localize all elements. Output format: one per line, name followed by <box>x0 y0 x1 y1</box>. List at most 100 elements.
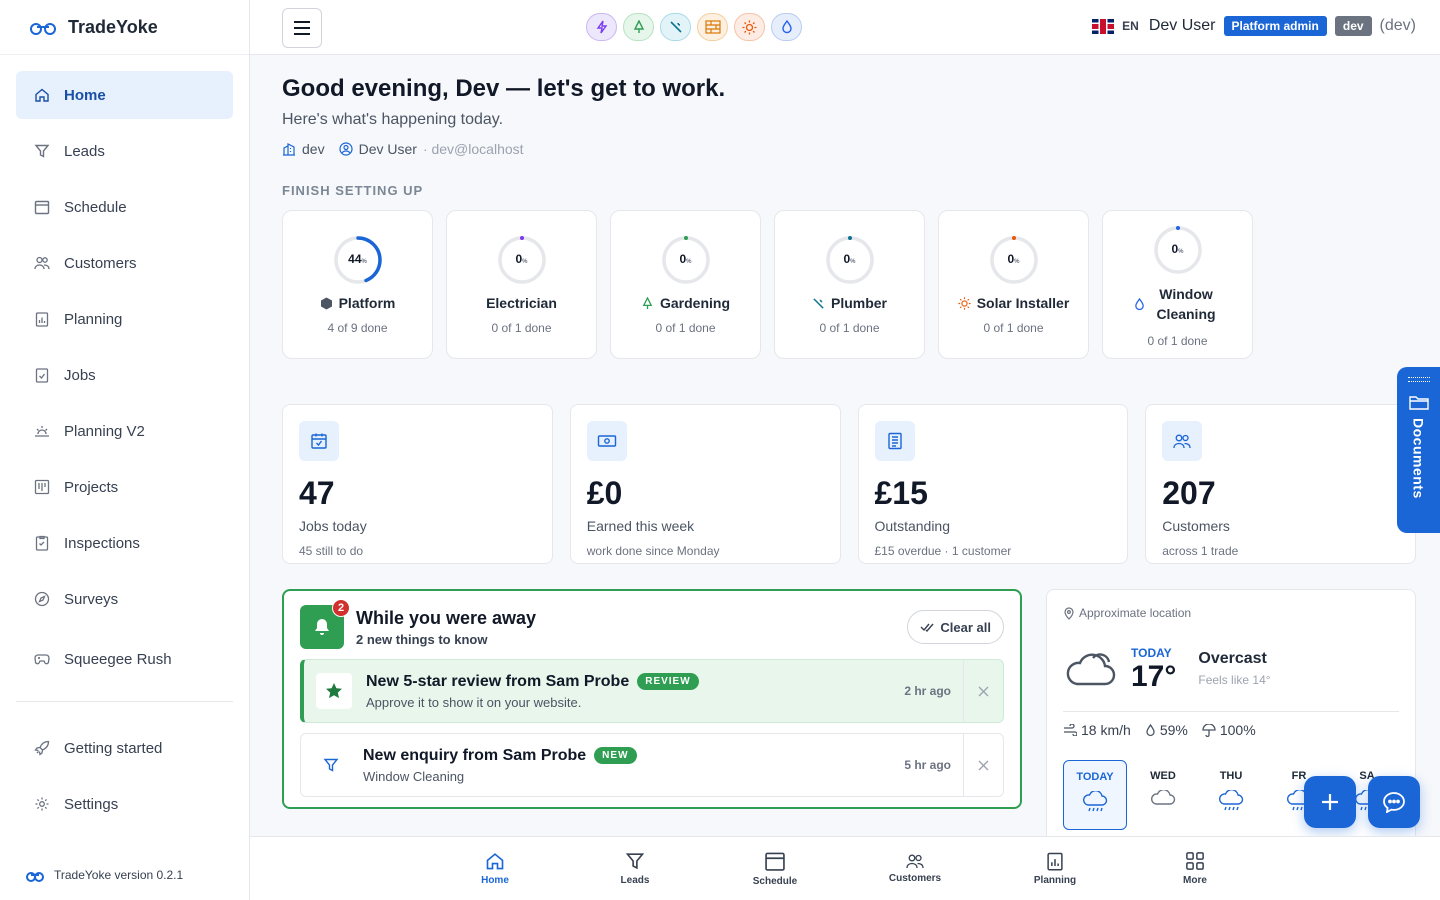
menu-toggle-button[interactable] <box>282 8 322 48</box>
sidebar-item-planning[interactable]: Planning <box>16 295 233 343</box>
sidebar-item-leads[interactable]: Leads <box>16 127 233 175</box>
notification-enquiry[interactable]: New enquiry from Sam Probe NEW Window Cl… <box>300 733 1004 797</box>
stat-card-earned-this-week[interactable]: £0 Earned this week work done since Mond… <box>569 404 841 564</box>
trade-chip-electrician[interactable] <box>586 13 617 41</box>
setup-card-progress: 0 of 1 done <box>983 321 1044 335</box>
setup-card-gardening[interactable]: 0% Gardening 0 of 1 done <box>610 210 761 359</box>
cloud-icon <box>1151 790 1176 805</box>
bottom-nav-leads[interactable]: Leads <box>565 837 705 900</box>
forecast-day-thu[interactable]: THU <box>1199 760 1263 830</box>
trade-switcher <box>586 13 802 41</box>
sidebar-item-jobs[interactable]: Jobs <box>16 351 233 399</box>
weather-today: TODAY 17° <box>1131 646 1176 693</box>
brand-logo-icon <box>30 22 56 35</box>
trade-chip-window-cleaning[interactable] <box>771 13 802 41</box>
dismiss-notification-button[interactable] <box>963 660 1003 722</box>
stat-card-customers[interactable]: 207 Customers across 1 trade <box>1145 404 1416 564</box>
setup-card-electrician[interactable]: 0% Electrician 0 of 1 done <box>446 210 597 359</box>
sidebar-item-customers[interactable]: Customers <box>16 239 233 287</box>
add-button[interactable] <box>1304 776 1356 828</box>
setup-cards: 44% Platform 4 of 9 done 0% Electrician … <box>282 210 1416 359</box>
sidebar-item-home[interactable]: Home <box>16 71 233 119</box>
sidebar: TradeYoke Home Leads Schedule Customers … <box>0 0 250 900</box>
drop-icon <box>781 20 792 34</box>
bottom-nav-more[interactable]: More <box>1125 837 1265 900</box>
compass-icon <box>34 591 50 607</box>
brand[interactable]: TradeYoke <box>0 0 249 55</box>
home-icon <box>485 851 505 871</box>
brand-logo-icon <box>26 871 44 882</box>
role-badge: Platform admin <box>1223 16 1327 36</box>
stat-label: Jobs today <box>299 518 367 534</box>
forecast-day-label: THU <box>1219 770 1243 782</box>
uk-flag-icon[interactable] <box>1092 18 1115 34</box>
sidebar-item-planning-v2[interactable]: Planning V2 <box>16 407 233 455</box>
bottom-nav-home[interactable]: Home <box>425 837 565 900</box>
forecast-day-label: TODAY <box>1076 771 1114 783</box>
trade-chip-solar[interactable] <box>734 13 765 41</box>
setup-card-title: Plumber <box>812 295 887 311</box>
forecast-day-today[interactable]: TODAY <box>1063 760 1127 830</box>
setup-card-window-cleaning[interactable]: 0% Window Cleaning 0 of 1 done <box>1102 210 1253 359</box>
hexagon-icon <box>320 297 333 310</box>
chat-button[interactable] <box>1368 776 1420 828</box>
calendar-icon <box>34 199 50 215</box>
stat-label: Earned this week <box>586 518 695 534</box>
notification-subtitle: Window Cleaning <box>363 768 465 784</box>
user-name[interactable]: Dev User <box>1149 17 1216 35</box>
forecast-day-wed[interactable]: WED <box>1131 760 1195 830</box>
progress-percent: 0% <box>1153 242 1203 256</box>
close-icon <box>978 686 989 696</box>
trade-chip-plumber[interactable] <box>660 13 691 41</box>
bottom-nav-label: Planning <box>1033 875 1077 886</box>
progress-ring: 0% <box>661 235 711 285</box>
clear-all-button[interactable]: Clear all <box>907 610 1004 644</box>
sidebar-item-settings[interactable]: Settings <box>16 780 233 828</box>
rain-cloud-icon <box>1219 790 1244 811</box>
stat-card-outstanding[interactable]: £15 Outstanding £15 overdue · 1 customer <box>857 404 1129 564</box>
sidebar-item-inspections[interactable]: Inspections <box>16 519 233 567</box>
notification-review[interactable]: New 5-star review from Sam Probe REVIEW … <box>300 659 1004 723</box>
brand-name: TradeYoke <box>68 16 158 37</box>
stat-value: £15 <box>874 475 928 511</box>
sunrise-icon <box>34 423 50 439</box>
sidebar-item-surveys[interactable]: Surveys <box>16 575 233 623</box>
setup-card-solar-installer[interactable]: 0% Solar Installer 0 of 1 done <box>938 210 1089 359</box>
setup-card-platform[interactable]: 44% Platform 4 of 9 done <box>282 210 433 359</box>
setup-section-title: FINISH SETTING UP <box>282 183 424 198</box>
setup-card-title: Solar Installer <box>958 295 1069 311</box>
bricks-icon <box>704 20 721 34</box>
bottom-nav-planning[interactable]: Planning <box>985 837 1125 900</box>
setup-card-plumber[interactable]: 0% Plumber 0 of 1 done <box>774 210 925 359</box>
user-area: EN Dev User Platform admin dev (dev) <box>1092 16 1416 36</box>
dismiss-notification-button[interactable] <box>963 734 1003 796</box>
setup-card-title: Gardening <box>641 295 730 311</box>
trade-chip-bricks[interactable] <box>697 13 728 41</box>
new-tag: NEW <box>594 747 637 764</box>
drag-handle-icon[interactable] <box>1407 377 1430 382</box>
while-away-panel: 2 While you were away 2 new things to kn… <box>282 589 1022 809</box>
grid-icon <box>1185 851 1205 871</box>
filter-icon <box>34 143 50 159</box>
sidebar-item-projects[interactable]: Projects <box>16 463 233 511</box>
bottom-nav: Home Leads Schedule Customers Planning M… <box>250 836 1440 900</box>
trade-chip-gardening[interactable] <box>623 13 654 41</box>
setup-card-title: Platform <box>320 295 395 311</box>
setup-card-progress: 0 of 1 done <box>655 321 716 335</box>
weather-location-text: Approximate location <box>1079 606 1192 620</box>
progress-percent: 0% <box>989 252 1039 266</box>
filter-icon <box>313 747 349 783</box>
sidebar-item-schedule[interactable]: Schedule <box>16 183 233 231</box>
rain-cloud-icon <box>1083 791 1108 812</box>
humidity-value: 59% <box>1159 722 1188 738</box>
language-selector[interactable]: EN <box>1122 19 1139 33</box>
sidebar-item-label: Inspections <box>64 534 140 552</box>
wind-speed: 18 km/h <box>1081 722 1131 738</box>
bottom-nav-schedule[interactable]: Schedule <box>705 837 845 900</box>
stat-card-jobs-today[interactable]: 47 Jobs today 45 still to do <box>282 404 553 564</box>
bottom-nav-customers[interactable]: Customers <box>845 837 985 900</box>
sidebar-item-squeegee-rush[interactable]: Squeegee Rush <box>16 635 233 683</box>
documents-tab[interactable]: Documents <box>1397 367 1440 533</box>
home-icon <box>34 87 50 103</box>
sidebar-item-getting-started[interactable]: Getting started <box>16 724 233 772</box>
